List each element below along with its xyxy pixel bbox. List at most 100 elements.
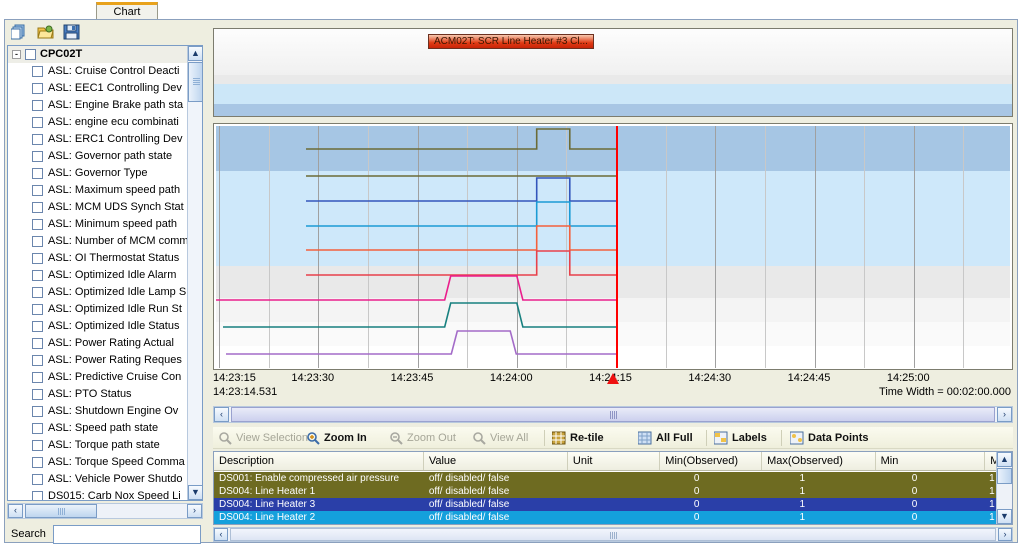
- table-row[interactable]: DS004: Line Heater 1 off/ disabled/ false…: [214, 485, 997, 498]
- tree-item-checkbox[interactable]: [32, 286, 43, 298]
- zoom-out-button[interactable]: Zoom Out: [388, 429, 456, 447]
- tree-item-checkbox[interactable]: [32, 388, 43, 400]
- tree-item-checkbox[interactable]: [32, 167, 43, 179]
- grid-scroll-up-arrow[interactable]: ▲: [997, 452, 1012, 467]
- tree-item[interactable]: ASL: Governor path state: [8, 148, 202, 165]
- tree-item[interactable]: ASL: EEC1 Controlling Dev: [8, 80, 202, 97]
- tree-item-checkbox[interactable]: [32, 405, 43, 417]
- chart-plot-area[interactable]: [213, 123, 1013, 370]
- tree-item[interactable]: ASL: Vehicle Power Shutdo: [8, 471, 202, 488]
- tree-hscroll-left-arrow[interactable]: ‹: [8, 504, 23, 518]
- open-folder-icon[interactable]: [37, 24, 55, 40]
- tree-item[interactable]: ASL: Shutdown Engine Ov: [8, 403, 202, 420]
- tree-scroll-down-arrow[interactable]: ▼: [188, 485, 202, 500]
- chart-hscroll-right-arrow[interactable]: ›: [997, 407, 1012, 422]
- re-tile-button[interactable]: Re-tile: [551, 429, 604, 447]
- table-row[interactable]: DS004: Line Heater 2 off/ disabled/ false…: [214, 511, 997, 524]
- tree-item[interactable]: ASL: Predictive Cruise Con: [8, 369, 202, 386]
- tree-item-checkbox[interactable]: [32, 65, 43, 77]
- view-all-button[interactable]: View All: [471, 429, 528, 447]
- tree-item-checkbox[interactable]: [32, 371, 43, 383]
- tree-item-checkbox[interactable]: [32, 422, 43, 434]
- tree-item-checkbox[interactable]: [32, 184, 43, 196]
- tree-scroll-thumb[interactable]: [188, 62, 202, 102]
- tree-horizontal-scrollbar[interactable]: ‹ ›: [7, 503, 203, 519]
- grid-column-header[interactable]: Min(Observed): [660, 452, 763, 470]
- copy-icon[interactable]: [10, 24, 29, 40]
- data-grid[interactable]: Description Value Unit Min(Observed) Max(Obs…: [213, 451, 1013, 525]
- tree-item[interactable]: ASL: Torque Speed Comma: [8, 454, 202, 471]
- tree-item[interactable]: ASL: ERC1 Controlling Dev: [8, 131, 202, 148]
- tree-item[interactable]: ASL: Governor Type: [8, 165, 202, 182]
- tab-chart[interactable]: Chart: [96, 2, 158, 20]
- view-selection-button[interactable]: View Selection: [217, 429, 308, 447]
- grid-column-header[interactable]: Max(Observed): [762, 452, 876, 470]
- tree-item-checkbox[interactable]: [32, 133, 43, 145]
- grid-scroll-down-arrow[interactable]: ▼: [997, 509, 1012, 524]
- tree-root-checkbox[interactable]: [25, 48, 36, 60]
- tree-vertical-scrollbar[interactable]: ▲ ▼: [187, 46, 202, 500]
- tree-hscroll-thumb[interactable]: [25, 504, 97, 518]
- tree-item-checkbox[interactable]: [32, 269, 43, 281]
- tree-item[interactable]: ASL: engine ecu combinati: [8, 114, 202, 131]
- tree-item-checkbox[interactable]: [32, 150, 43, 162]
- tree-item[interactable]: ASL: OI Thermostat Status: [8, 250, 202, 267]
- tree-item-checkbox[interactable]: [32, 303, 43, 315]
- all-full-button[interactable]: All Full: [637, 429, 693, 447]
- search-input[interactable]: [53, 525, 201, 544]
- tree-item[interactable]: ASL: Cruise Control Deacti: [8, 63, 202, 80]
- tree-item-checkbox[interactable]: [32, 235, 43, 247]
- grid-horizontal-scrollbar[interactable]: ‹ ›: [213, 527, 1013, 542]
- plot-cursor-line[interactable]: [616, 126, 619, 368]
- grid-hscroll-thumb[interactable]: [230, 528, 996, 541]
- table-row[interactable]: DS001: Enable compressed air pressure off…: [214, 472, 997, 485]
- tree-item[interactable]: ASL: Minimum speed path: [8, 216, 202, 233]
- tree-item[interactable]: ASL: Torque path state: [8, 437, 202, 454]
- tree-item[interactable]: DS015: Carb Nox Speed Li: [8, 488, 202, 500]
- tree-item[interactable]: ASL: Engine Brake path sta: [8, 97, 202, 114]
- tree-item-checkbox[interactable]: [32, 439, 43, 451]
- grid-column-header[interactable]: Description: [214, 452, 424, 470]
- grid-column-header[interactable]: Min: [876, 452, 986, 470]
- tree-item[interactable]: ASL: Power Rating Actual: [8, 335, 202, 352]
- zoom-in-button[interactable]: Zoom In: [305, 429, 367, 447]
- save-icon[interactable]: [63, 24, 81, 40]
- tree-item[interactable]: ASL: Optimized Idle Lamp S: [8, 284, 202, 301]
- chart-overview-strip[interactable]: ACM02T: SCR Line Heater #3 Cl...: [213, 28, 1013, 117]
- table-row[interactable]: DS004: Line Heater 3 off/ disabled/ false…: [214, 498, 997, 511]
- grid-scroll-thumb[interactable]: [997, 468, 1012, 484]
- tree-item-checkbox[interactable]: [32, 99, 43, 111]
- tree-item-checkbox[interactable]: [32, 252, 43, 264]
- tree-item[interactable]: ASL: Optimized Idle Alarm: [8, 267, 202, 284]
- tree-item[interactable]: ASL: MCM UDS Synch Stat: [8, 199, 202, 216]
- tree-item[interactable]: ASL: Optimized Idle Status: [8, 318, 202, 335]
- tree-item-checkbox[interactable]: [32, 82, 43, 94]
- tree-item-checkbox[interactable]: [32, 201, 43, 213]
- tree-root-node[interactable]: - CPC02T: [8, 46, 202, 63]
- tree-item-checkbox[interactable]: [32, 116, 43, 128]
- grid-hscroll-right-arrow[interactable]: ›: [998, 528, 1012, 541]
- grid-hscroll-left-arrow[interactable]: ‹: [214, 528, 228, 541]
- tree-item[interactable]: ASL: PTO Status: [8, 386, 202, 403]
- chart-horizontal-scrollbar[interactable]: ‹ ›: [213, 406, 1013, 423]
- signal-tree[interactable]: - CPC02T ASL: Cruise Control Deacti ASL: E…: [7, 45, 203, 501]
- tree-hscroll-right-arrow[interactable]: ›: [187, 504, 202, 518]
- grid-vertical-scrollbar[interactable]: ▲ ▼: [996, 452, 1012, 524]
- labels-button[interactable]: Labels: [713, 429, 767, 447]
- tree-item[interactable]: ASL: Speed path state: [8, 420, 202, 437]
- chart-title-badge[interactable]: ACM02T: SCR Line Heater #3 Cl...: [428, 34, 594, 49]
- tree-item-checkbox[interactable]: [32, 490, 43, 500]
- tree-item-checkbox[interactable]: [32, 337, 43, 349]
- tree-item[interactable]: ASL: Number of MCM comm: [8, 233, 202, 250]
- tree-item[interactable]: ASL: Maximum speed path: [8, 182, 202, 199]
- tree-item-checkbox[interactable]: [32, 218, 43, 230]
- chart-hscroll-thumb[interactable]: [231, 407, 995, 422]
- tree-item-checkbox[interactable]: [32, 320, 43, 332]
- data-points-button[interactable]: Data Points: [789, 429, 869, 447]
- tree-scroll-up-arrow[interactable]: ▲: [188, 46, 202, 61]
- tree-item[interactable]: ASL: Optimized Idle Run St: [8, 301, 202, 318]
- tree-item[interactable]: ASL: Power Rating Reques: [8, 352, 202, 369]
- tree-item-checkbox[interactable]: [32, 354, 43, 366]
- tree-item-checkbox[interactable]: [32, 473, 43, 485]
- tree-item-checkbox[interactable]: [32, 456, 43, 468]
